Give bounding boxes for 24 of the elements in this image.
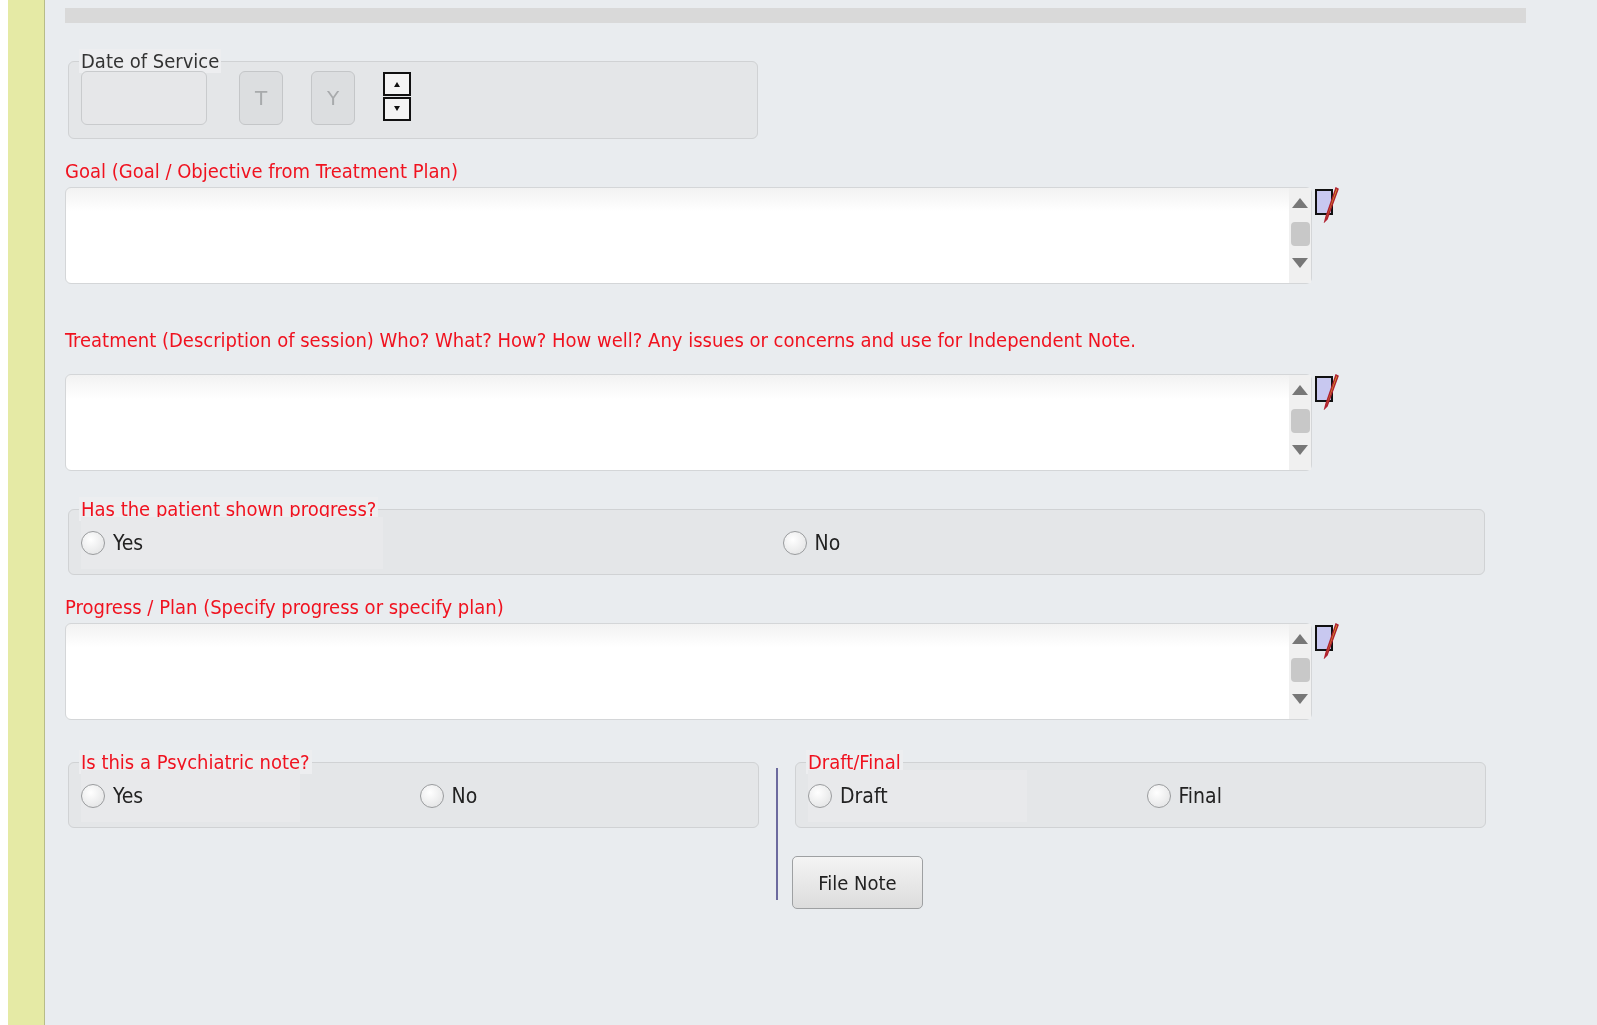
scrollbar-drawing[interactable] (1289, 375, 1311, 470)
scrollbar-drawing[interactable] (1289, 624, 1311, 719)
radio-button[interactable] (81, 531, 105, 555)
radio-button[interactable] (81, 784, 105, 808)
scrollbar-drawing[interactable] (1289, 188, 1311, 283)
notepad-pencil-icon[interactable] (1314, 187, 1342, 223)
date-field[interactable] (81, 71, 207, 125)
field-label: Goal (Goal / Objective from Treatment Plan) (65, 159, 459, 183)
radio-label: Yes (113, 531, 144, 555)
radio-button[interactable] (782, 531, 807, 555)
radio-label: Draft (840, 784, 888, 808)
group-title: Date of Service (79, 49, 222, 73)
radio-button[interactable] (419, 784, 444, 808)
notepad-pencil-icon[interactable] (1314, 623, 1342, 659)
file-note-button[interactable]: File Note (792, 856, 923, 909)
radio-label: Yes (113, 784, 144, 808)
radio-label: Final (1178, 784, 1222, 808)
field-label: Treatment (Description of session) Who? What? How? How well? Any issues or concerns and use for Independent Note. (65, 328, 1138, 352)
radio-button[interactable] (1146, 784, 1171, 808)
radio-label: No (814, 531, 841, 555)
field-label: Progress / Plan (Specify progress or specify plan) (65, 595, 505, 619)
radio-label: No (451, 784, 478, 808)
radio-button[interactable] (808, 784, 832, 808)
notepad-pencil-icon[interactable] (1314, 374, 1342, 410)
